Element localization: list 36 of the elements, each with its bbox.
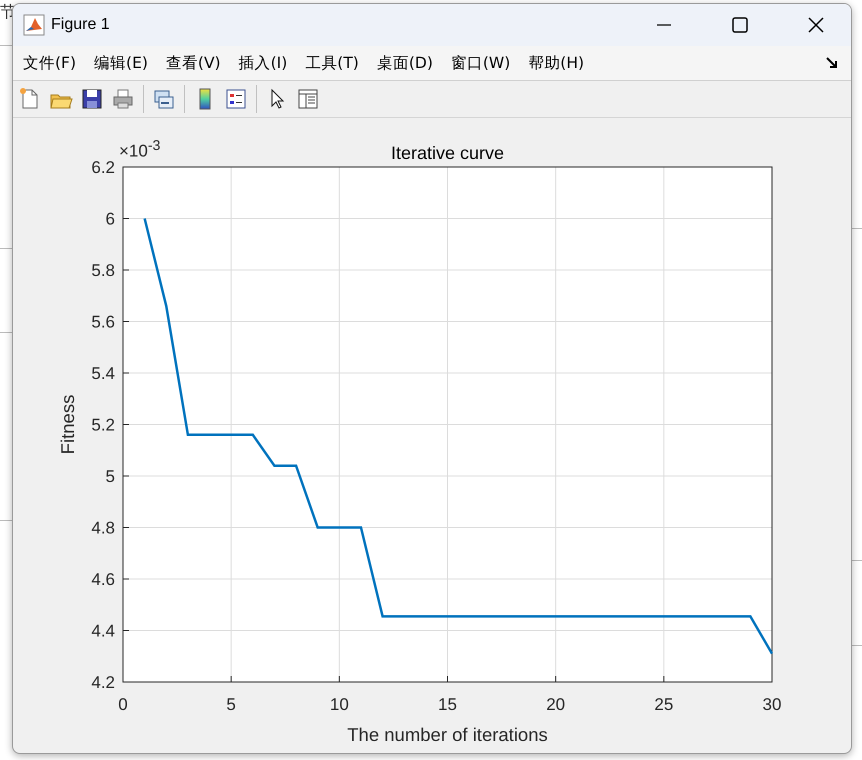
- tick-label: 5.6: [91, 312, 115, 332]
- panel-icon[interactable]: [296, 87, 320, 111]
- tick-label: 5: [226, 695, 236, 714]
- exponent-label: ×10$^{-3}$: [119, 138, 160, 162]
- menu-item[interactable]: 编辑(E): [86, 52, 158, 74]
- menu-item[interactable]: 查看(V): [158, 52, 231, 74]
- tick-label: 5.4: [91, 364, 115, 383]
- tick-label: 10: [330, 695, 349, 714]
- tick-label: 4.2: [91, 673, 115, 692]
- y-axis-label: Fitness: [57, 394, 78, 454]
- menu-item[interactable]: 窗口(W): [442, 52, 520, 74]
- tick-label: 30: [762, 695, 782, 714]
- tick-label: 4.4: [91, 622, 115, 640]
- tick-label: 5.2: [91, 416, 115, 434]
- tick-label: 4.8: [91, 518, 115, 538]
- peaks-logo-icon: [23, 14, 45, 36]
- chart-title: Iterative curve: [390, 143, 504, 163]
- tick-label: 25: [654, 695, 674, 714]
- menu-item[interactable]: 工具(T): [297, 52, 369, 74]
- tick-label: 0: [118, 695, 128, 714]
- dock-arrow-icon[interactable]: [825, 56, 839, 70]
- printer-icon[interactable]: [111, 87, 135, 111]
- menu-item[interactable]: 帮助(H): [520, 52, 594, 74]
- tick-label: 6.2: [91, 158, 115, 177]
- x-axis-label: The number of iterations: [347, 724, 548, 745]
- tick-label: 4.6: [91, 570, 115, 589]
- legend-icon[interactable]: [224, 87, 248, 111]
- menu-item[interactable]: 文件(F): [15, 52, 86, 74]
- tick-label: 15: [438, 695, 457, 714]
- window-title: Figure 1: [51, 16, 111, 34]
- menu-item[interactable]: 插入(I): [230, 52, 298, 74]
- tick-label: 5.8: [91, 261, 115, 280]
- tick-label: 20: [546, 695, 566, 714]
- tick-label: 6: [106, 210, 115, 228]
- tick-label: 5: [106, 467, 115, 486]
- menu-item[interactable]: 桌面(D): [368, 52, 443, 74]
